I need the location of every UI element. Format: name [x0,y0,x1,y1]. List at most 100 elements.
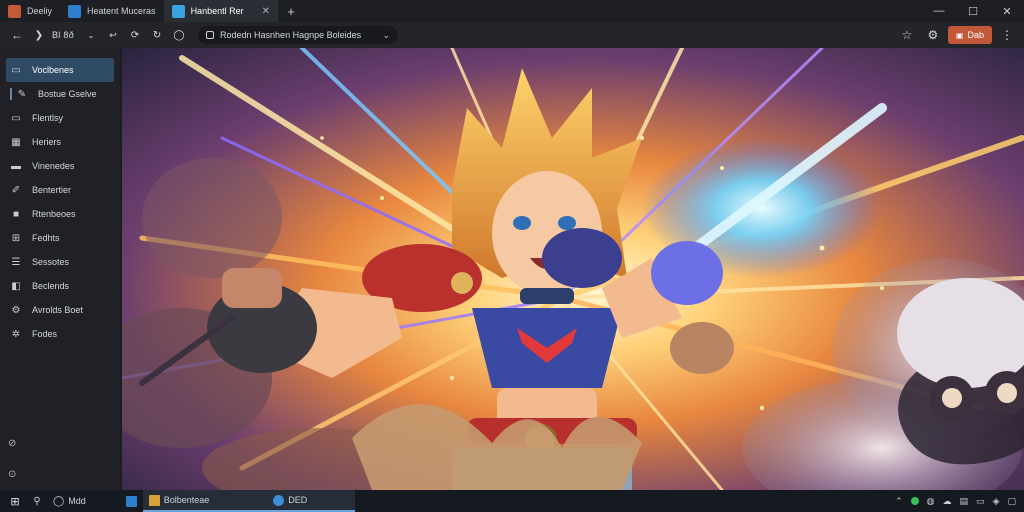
star-icon[interactable]: ☆ [896,25,918,45]
volume-icon[interactable]: ▤ [960,496,969,507]
network-icon[interactable]: ◍ [927,496,935,507]
system-tray: ⌃ ◍ ☁ ▤ ▭ ◈ ▢ [895,496,1024,507]
notification-icon[interactable]: ▢ [1007,496,1016,507]
circle-icon: ◯ [53,495,65,507]
layout-icon: ⊞ [11,232,21,244]
edit-icon: ✎ [17,88,27,100]
chevron-down-icon[interactable]: ⌄ [382,30,390,41]
sidebar-item-label: Rtenbeoes [32,209,76,219]
info-icon[interactable]: ⊙ [8,469,16,480]
sidebar-item-1[interactable]: ✎ Bostue Gselve [0,82,120,106]
pin-icon[interactable]: ↩ [102,25,124,45]
close-icon[interactable]: ✕ [262,6,270,17]
sidebar-item-11[interactable]: ✲ Fodes [0,322,120,346]
taskbar-app-label: DED [288,495,308,505]
search-box[interactable]: ◯ Mdd [48,490,91,512]
window-controls: — ☐ ✕ [922,0,1024,22]
sidebar-item-0[interactable]: ▭ Voclbenes [6,58,114,82]
taskbar-app-2[interactable]: DED [267,490,356,512]
taskbar-app-label: Bolbenteae [163,495,210,505]
sidebar-item-label: Bentertier [32,185,72,195]
profile-button[interactable]: ▣ Dab [947,26,992,44]
taskbar-app-1[interactable]: Bolbenteae [142,490,268,512]
hero-illustration [122,48,1024,490]
windows-icon: ⊞ [10,495,20,508]
monitor-icon: ▭ [11,112,21,124]
profile-icon: ▣ [955,30,964,40]
sidebar-item-3[interactable]: ▦ Heriers [0,130,120,154]
tab-strip: Deeliy Heatent Muceras Hanbentl Rer ✕ + … [0,0,1024,22]
tab-active[interactable]: Hanbentl Rer ✕ [163,0,278,22]
sidebar-item-9[interactable]: ◧ Beclends [0,274,120,298]
close-window-button[interactable]: ✕ [990,0,1024,22]
minimize-button[interactable]: — [922,0,956,22]
sidebar-item-label: Sessotes [32,257,70,267]
search-icon: ⚲ [33,495,41,507]
new-tab-button[interactable]: + [278,0,304,22]
browser-icon [273,494,285,506]
back-button[interactable]: ← [6,25,28,45]
sidebar-item-5[interactable]: ✐ Bentertier [0,178,120,202]
sidebar-item-label: Avrolds Boet [32,305,83,315]
task-view-button[interactable] [121,490,143,512]
sync-icon[interactable]: ⟳ [124,25,146,45]
sidebar-item-label: Beclends [32,281,70,291]
settings-icon: ✲ [11,328,21,340]
document-icon [171,4,185,18]
toolbar-label: Bl 8ð [52,30,75,40]
sidebar-item-label: Vinenedes [32,161,75,171]
chevron-up-icon[interactable]: ⌃ [895,496,903,507]
profile-label: Dab [967,30,984,40]
taskbar: ⊞ ⚲ ◯ Mdd Bolbenteae DED ⌃ ◍ ☁ ▤ ▭ ◈ ▢ [0,490,1024,512]
folder-icon: ▬ [11,160,21,172]
document-icon [68,4,82,18]
window-icon [126,495,138,507]
search-button[interactable]: ⚲ [26,490,48,512]
sidebar-item-8[interactable]: ☰ Sessotes [0,250,120,274]
sidebar-item-label: Voclbenes [32,65,74,75]
app-logo-icon [148,494,160,506]
battery-icon[interactable]: ▭ [976,496,985,507]
browser-toolbar: ← ❯ Bl 8ð ⌄ ↩ ⟳ ↻ ◯ Rodedn Hasnhen Hagnp… [0,22,1024,48]
sidebar-item-label: Heriers [32,137,62,147]
sidebar-item-10[interactable]: ⚙ Avrolds Boet [0,298,120,322]
gear-icon: ⚙ [11,304,21,316]
status-green-icon[interactable] [910,497,919,505]
lock-icon [206,31,215,39]
sidebar-item-label: Flentlsy [32,113,64,123]
sidebar-item-label: Fodes [32,329,58,339]
sidebar-item-2[interactable]: ▭ Flentlsy [0,106,120,130]
sidebar-item-label: Bostue Gselve [38,89,97,99]
home-icon[interactable]: ◯ [168,25,190,45]
list-icon: ☰ [11,256,21,268]
wifi-icon[interactable]: ◈ [993,496,1000,507]
tab-second[interactable]: Heatent Muceras [60,0,164,22]
app-logo-icon [8,4,21,18]
sidebar-footer: ⊘ ⊙ [8,438,16,480]
pen-icon: ✐ [11,184,21,196]
refresh-button[interactable]: ↻ [146,25,168,45]
cloud-icon[interactable]: ☁ [943,496,952,507]
help-icon[interactable]: ⊘ [8,438,16,449]
menu-icon[interactable]: ⋮ [996,25,1018,45]
gear-icon[interactable]: ⚙ [922,25,944,45]
sidebar-item-6[interactable]: ■ Rtenbeoes [0,202,120,226]
main-image [122,48,1024,490]
address-text: Rodedn Hasnhen Hagnpe Boleides [220,30,362,40]
sidebar: ▭ Voclbenes ✎ Bostue Gselve ▭ Flentlsy ▦… [0,48,120,490]
forward-button[interactable]: ❯ [28,25,50,45]
maximize-button[interactable]: ☐ [956,0,990,22]
tab-label: Heatent Muceras [87,6,156,16]
sidebar-item-4[interactable]: ▬ Vinenedes [0,154,120,178]
chevron-down-icon[interactable]: ⌄ [80,25,102,45]
sidebar-item-label: Fedhts [32,233,60,243]
grid-icon: ▦ [11,136,21,148]
tab-label: Hanbentl Rer [190,6,244,16]
address-bar[interactable]: Rodedn Hasnhen Hagnpe Boleides ⌄ [198,26,399,44]
start-button[interactable]: ⊞ [4,490,26,512]
sidebar-item-7[interactable]: ⊞ Fedhts [0,226,120,250]
box-icon: ■ [12,208,20,220]
monitor-icon: ▭ [11,64,21,76]
search-label: Mdd [68,496,86,506]
tab-first[interactable]: Deeliy [0,0,60,22]
